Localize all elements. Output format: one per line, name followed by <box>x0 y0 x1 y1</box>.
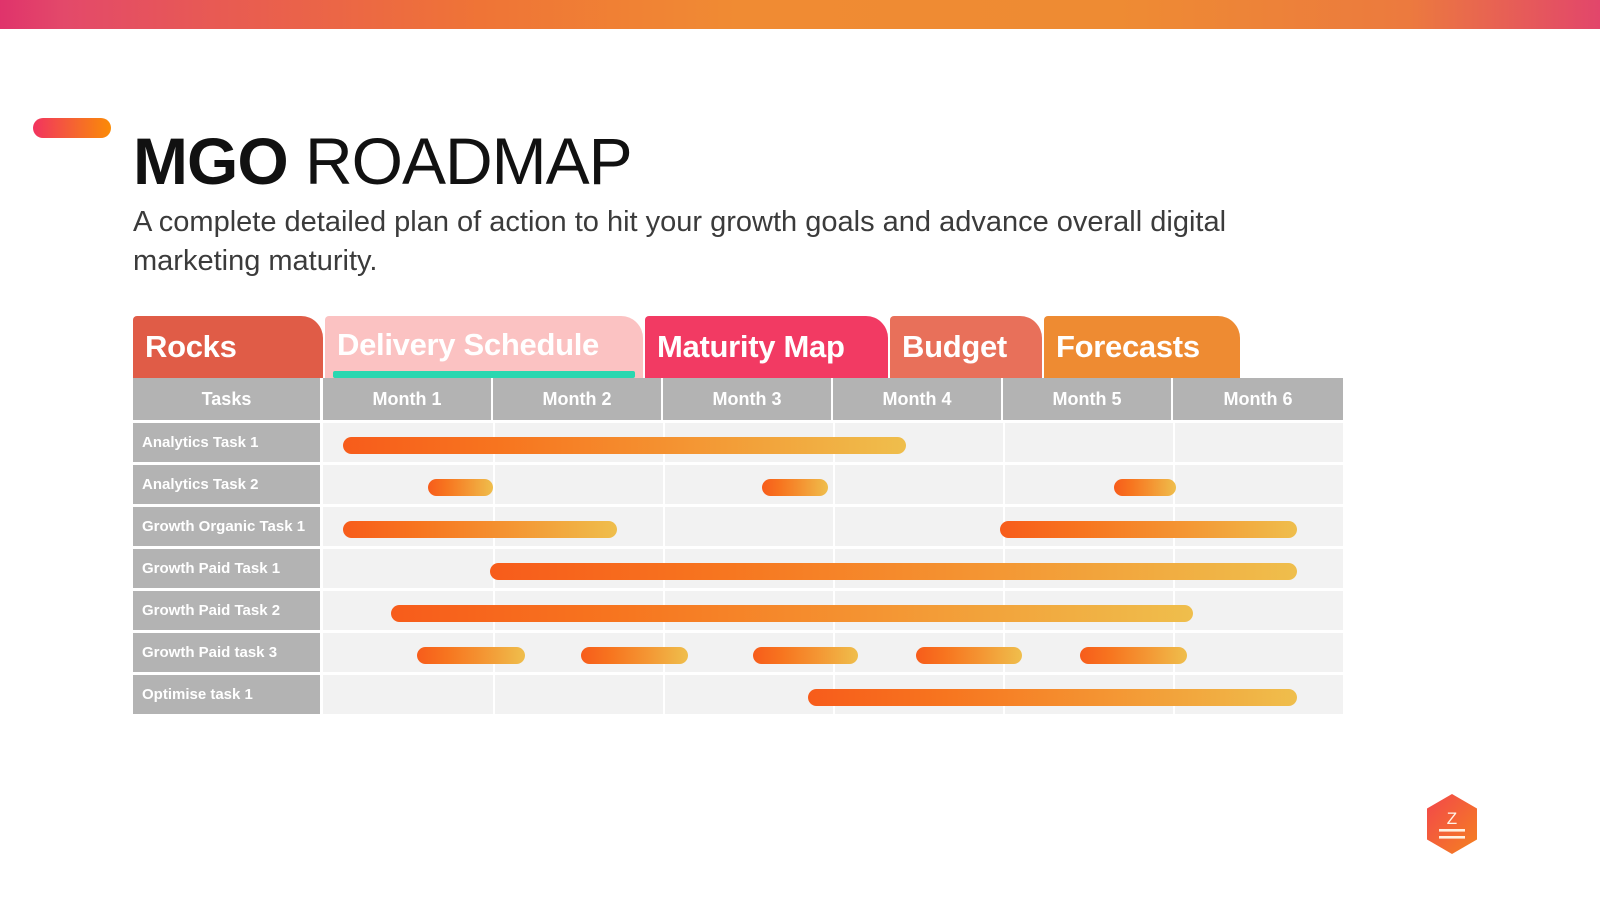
tab-budget[interactable]: Budget <box>890 316 1042 378</box>
gantt-bar[interactable] <box>916 646 1022 664</box>
gantt-bar[interactable] <box>999 520 1298 538</box>
tab-bar: Rocks Delivery Schedule Maturity Map Budget… <box>133 316 1242 378</box>
page-title: MGO ROADMAP <box>133 122 633 200</box>
gantt-track <box>323 672 1343 714</box>
gantt-bar[interactable] <box>761 478 828 496</box>
gantt-bar[interactable] <box>1113 478 1177 496</box>
gantt-track <box>323 420 1343 462</box>
column-header-month-4: Month 4 <box>833 378 1003 420</box>
column-header-tasks: Tasks <box>133 378 323 420</box>
tab-delivery-schedule[interactable]: Delivery Schedule <box>325 316 643 378</box>
table-row: Optimise task 1 <box>133 672 1343 714</box>
task-label: Analytics Task 2 <box>133 462 323 504</box>
page-subtitle: A complete detailed plan of action to hi… <box>133 206 1227 277</box>
column-separator <box>663 507 665 546</box>
task-label: Growth Paid Task 2 <box>133 588 323 630</box>
column-separator <box>833 465 835 504</box>
table-row: Growth Paid task 3 <box>133 630 1343 672</box>
column-separator <box>663 465 665 504</box>
gantt-track <box>323 504 1343 546</box>
page-title-light: ROADMAP <box>287 124 633 198</box>
tab-label: Forecasts <box>1056 329 1200 364</box>
svg-text:Z: Z <box>1447 809 1457 828</box>
column-separator <box>833 507 835 546</box>
column-header-month-1: Month 1 <box>323 378 493 420</box>
tab-label: Maturity Map <box>657 329 845 364</box>
column-separator <box>493 465 495 504</box>
table-header-row: Tasks Month 1 Month 2 Month 3 Month 4 Month 5… <box>133 378 1343 420</box>
tab-label: Budget <box>902 329 1007 364</box>
gantt-bar[interactable] <box>391 604 1194 622</box>
table-row: Growth Paid Task 1 <box>133 546 1343 588</box>
task-label: Analytics Task 1 <box>133 420 323 462</box>
column-header-month-5: Month 5 <box>1003 378 1173 420</box>
gantt-bar[interactable] <box>343 436 907 454</box>
gantt-bar[interactable] <box>428 478 493 496</box>
column-header-month-3: Month 3 <box>663 378 833 420</box>
task-label: Optimise task 1 <box>133 672 323 714</box>
table-row: Analytics Task 1 <box>133 420 1343 462</box>
table-row: Growth Organic Task 1 <box>133 504 1343 546</box>
task-label: Growth Organic Task 1 <box>133 504 323 546</box>
task-label: Growth Paid Task 1 <box>133 546 323 588</box>
column-separator <box>663 675 665 714</box>
column-separator <box>1003 423 1005 462</box>
gantt-bar[interactable] <box>753 646 859 664</box>
slide-root: MGO ROADMAP A complete detailed plan of … <box>0 0 1600 900</box>
gantt-bar[interactable] <box>343 520 618 538</box>
zeal-hexagon-logo: Z <box>1424 793 1480 855</box>
column-header-month-6: Month 6 <box>1173 378 1343 420</box>
gantt-bar[interactable] <box>416 646 526 664</box>
gantt-bar[interactable] <box>489 562 1298 580</box>
top-gradient-band <box>0 0 1600 29</box>
task-label: Growth Paid task 3 <box>133 630 323 672</box>
tab-maturity-map[interactable]: Maturity Map <box>645 316 888 378</box>
gantt-track <box>323 588 1343 630</box>
gantt-bar[interactable] <box>581 646 689 664</box>
tab-rocks[interactable]: Rocks <box>133 316 323 378</box>
table-row: Analytics Task 2 <box>133 462 1343 504</box>
column-separator <box>493 675 495 714</box>
gantt-track <box>323 462 1343 504</box>
page-title-bold: MGO <box>133 124 289 198</box>
gantt-track <box>323 546 1343 588</box>
column-header-month-2: Month 2 <box>493 378 663 420</box>
tab-label: Delivery Schedule <box>337 326 599 362</box>
gantt-track <box>323 630 1343 672</box>
gantt-table: Tasks Month 1 Month 2 Month 3 Month 4 Month 5… <box>133 378 1343 714</box>
column-separator <box>1003 465 1005 504</box>
tab-label: Rocks <box>145 329 237 364</box>
tab-forecasts[interactable]: Forecasts <box>1044 316 1240 378</box>
active-tab-underline <box>333 371 635 378</box>
gantt-bar[interactable] <box>807 688 1298 706</box>
gantt-bar[interactable] <box>1079 646 1187 664</box>
table-row: Growth Paid Task 2 <box>133 588 1343 630</box>
title-accent-pill <box>33 118 111 138</box>
column-separator <box>1173 423 1175 462</box>
